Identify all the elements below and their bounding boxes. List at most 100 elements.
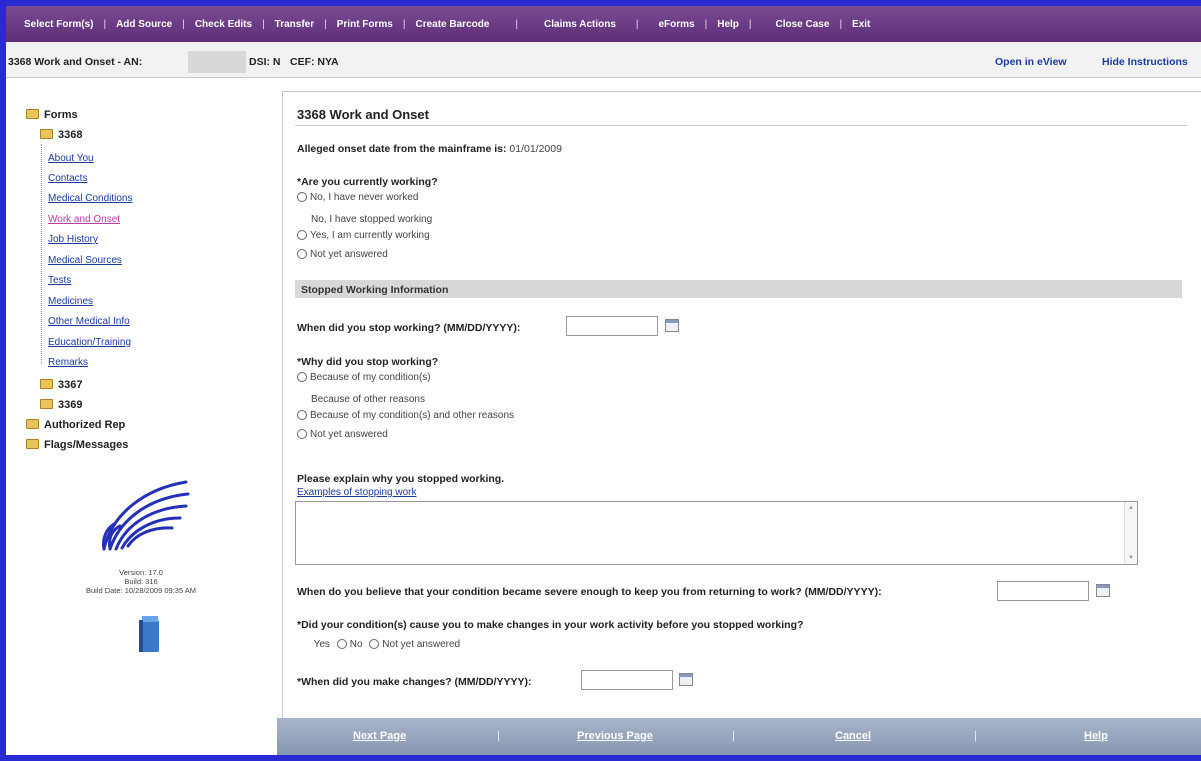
menu-check-edits[interactable]: Check Edits xyxy=(195,19,252,30)
form-content-panel: 3368 Work and Onset Alleged onset date f… xyxy=(282,91,1201,755)
open-in-eview-link[interactable]: Open in eView xyxy=(995,56,1067,68)
radio-button[interactable] xyxy=(297,230,307,240)
radio-button-redacted[interactable] xyxy=(293,390,311,406)
radio-button[interactable] xyxy=(297,429,307,439)
tree-node-label: Flags/Messages xyxy=(44,439,129,451)
cancel-button[interactable]: Cancel xyxy=(835,730,871,742)
help-button[interactable]: Help xyxy=(1084,730,1108,742)
calendar-icon[interactable] xyxy=(679,673,693,686)
nav-medicines[interactable]: Medicines xyxy=(48,296,93,307)
menu-create-barcode[interactable]: Create Barcode xyxy=(415,19,489,30)
tree-node-3368[interactable]: 3368 xyxy=(40,129,82,141)
menu-print-forms[interactable]: Print Forms xyxy=(337,19,393,30)
explain-question: Please explain why you stopped working. xyxy=(297,473,505,485)
why-option-condition[interactable]: Because of my condition(s) xyxy=(297,372,431,383)
tree-node-label: Forms xyxy=(44,109,78,121)
why-option-both[interactable]: Because of my condition(s) and other rea… xyxy=(297,410,514,421)
scroll-up-icon[interactable]: ▲ xyxy=(1128,505,1134,511)
why-option-other[interactable]: Because of other reasons xyxy=(293,390,425,406)
calendar-icon[interactable] xyxy=(665,319,679,332)
folder-icon xyxy=(26,419,39,429)
textarea-scrollbar[interactable]: ▲ ▼ xyxy=(1124,502,1137,564)
menu-add-source[interactable]: Add Source xyxy=(116,19,172,30)
scroll-down-icon[interactable]: ▼ xyxy=(1128,555,1134,561)
tree-node-3367[interactable]: 3367 xyxy=(40,379,82,391)
why-option-not-answered[interactable]: Not yet answered xyxy=(297,429,388,440)
nav-other-medical-info[interactable]: Other Medical Info xyxy=(48,316,130,327)
calendar-icon[interactable] xyxy=(1096,584,1110,597)
working-option-never[interactable]: No, I have never worked xyxy=(297,192,418,203)
examples-of-stopping-work-link[interactable]: Examples of stopping work xyxy=(297,487,417,498)
menu-transfer[interactable]: Transfer xyxy=(275,19,314,30)
tree-connector-line xyxy=(41,144,42,364)
onset-date-line: Alleged onset date from the mainframe is… xyxy=(297,143,562,155)
nav-tests[interactable]: Tests xyxy=(48,275,71,286)
radio-button[interactable] xyxy=(297,410,307,420)
tree-node-label: 3368 xyxy=(58,129,83,141)
title-divider xyxy=(295,125,1188,126)
menu-claims-actions[interactable]: Claims Actions xyxy=(544,19,616,30)
working-option-currently[interactable]: Yes, I am currently working xyxy=(297,230,430,241)
build-text: Build: 316 xyxy=(124,577,158,586)
form-title: 3368 Work and Onset xyxy=(297,107,429,122)
hide-instructions-link[interactable]: Hide Instructions xyxy=(1102,56,1188,68)
radio-label: Yes, I am currently working xyxy=(310,230,430,241)
radio-button[interactable] xyxy=(369,639,380,649)
changes-option-yes[interactable]: Yes xyxy=(314,639,330,650)
previous-page-button[interactable]: Previous Page xyxy=(577,730,653,742)
radio-button-redacted[interactable] xyxy=(293,635,311,651)
nav-medical-sources[interactable]: Medical Sources xyxy=(48,255,122,266)
version-text: Version: 17.0 xyxy=(119,568,163,577)
nav-contacts[interactable]: Contacts xyxy=(48,173,87,184)
case-info-bar: 3368 Work and Onset - AN: DSI: N CEF: NY… xyxy=(6,42,1201,78)
application-window: Select Form(s) | Add Source | Check Edit… xyxy=(6,6,1201,755)
book-icon[interactable] xyxy=(129,612,169,658)
nav-about-you[interactable]: About You xyxy=(48,153,94,164)
working-option-not-answered[interactable]: Not yet answered xyxy=(297,249,388,260)
explain-textarea[interactable]: ▲ ▼ xyxy=(295,501,1138,565)
nav-education-training[interactable]: Education/Training xyxy=(48,337,131,348)
stop-date-label: When did you stop working? (MM/DD/YYYY): xyxy=(297,322,521,334)
menu-help[interactable]: Help xyxy=(717,19,739,30)
menu-close-case[interactable]: Close Case xyxy=(776,19,830,30)
tree-node-authorized-rep[interactable]: Authorized Rep xyxy=(26,419,125,431)
radio-button-redacted[interactable] xyxy=(293,210,311,226)
tree-node-3369[interactable]: 3369 xyxy=(40,399,82,411)
tree-node-label: 3367 xyxy=(58,379,83,391)
folder-icon xyxy=(40,379,53,389)
tree-node-forms[interactable]: Forms xyxy=(26,109,78,121)
menu-exit[interactable]: Exit xyxy=(852,19,870,30)
top-menu-bar: Select Form(s) | Add Source | Check Edit… xyxy=(6,6,1201,42)
nav-medical-conditions[interactable]: Medical Conditions xyxy=(48,193,133,204)
nav-work-and-onset[interactable]: Work and Onset xyxy=(48,214,120,225)
radio-button[interactable] xyxy=(297,372,307,382)
changes-option-not-answered[interactable]: Not yet answered xyxy=(382,639,460,650)
radio-label: Not yet answered xyxy=(310,429,388,440)
form-identifier: 3368 Work and Onset - AN: xyxy=(8,56,143,68)
onset-value: 01/01/2009 xyxy=(509,143,562,155)
severe-date-input[interactable] xyxy=(997,581,1089,601)
menu-select-forms[interactable]: Select Form(s) xyxy=(24,19,93,30)
agency-wing-logo-icon xyxy=(102,480,190,551)
changes-date-input[interactable] xyxy=(581,670,673,690)
radio-button[interactable] xyxy=(297,249,307,259)
radio-label: No, I have never worked xyxy=(310,192,419,203)
radio-label: Because of my condition(s) and other rea… xyxy=(310,410,514,421)
changes-question: *Did your condition(s) cause you to make… xyxy=(297,619,804,631)
nav-job-history[interactable]: Job History xyxy=(48,234,98,245)
nav-separator: | xyxy=(732,730,735,742)
folder-open-icon xyxy=(40,129,53,139)
radio-button[interactable] xyxy=(336,639,347,649)
nav-remarks[interactable]: Remarks xyxy=(48,357,88,368)
tree-node-flags-messages[interactable]: Flags/Messages xyxy=(26,439,128,451)
nav-separator: | xyxy=(497,730,500,742)
stop-date-input[interactable] xyxy=(566,316,658,336)
changes-option-no[interactable]: No xyxy=(350,639,363,650)
next-page-button[interactable]: Next Page xyxy=(353,730,406,742)
radio-button[interactable] xyxy=(297,192,307,202)
currently-working-question: *Are you currently working? xyxy=(297,176,438,188)
working-option-stopped[interactable]: No, I have stopped working xyxy=(293,210,432,226)
cef-indicator: CEF: NYA xyxy=(290,56,339,68)
menu-eforms[interactable]: eForms xyxy=(659,19,695,30)
build-date-text: Build Date: 10/28/2009 09:35 AM xyxy=(85,586,197,595)
